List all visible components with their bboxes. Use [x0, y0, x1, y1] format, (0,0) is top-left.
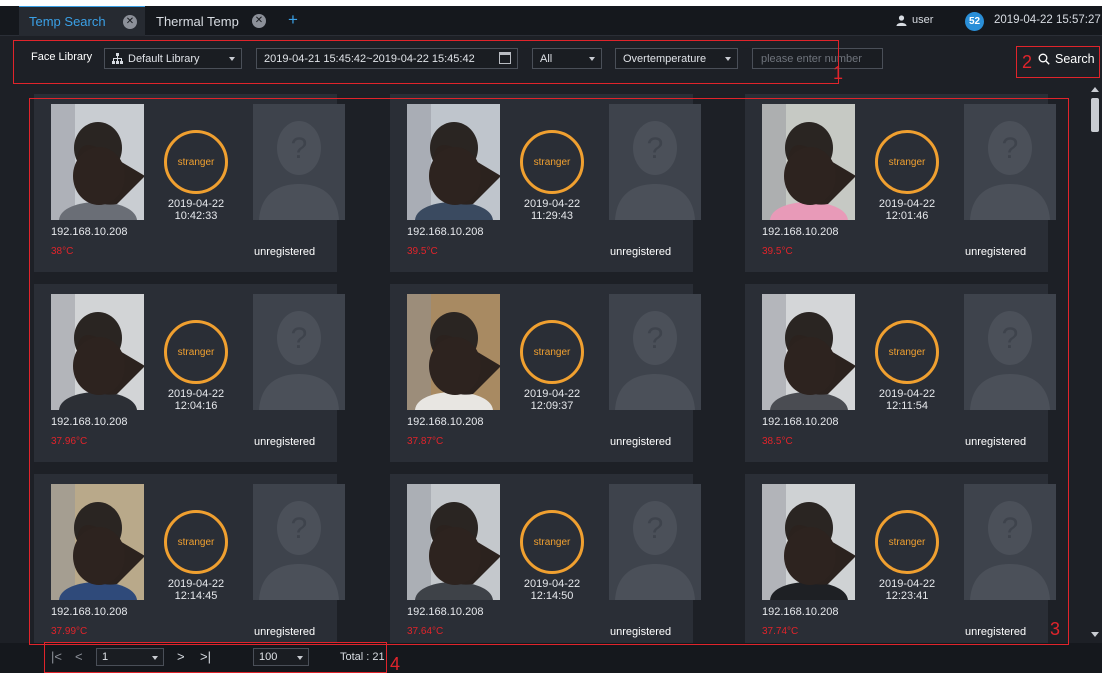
tab-label: Temp Search: [29, 14, 106, 29]
system-clock: 2019-04-22 15:57:27: [994, 14, 1101, 26]
user-icon: [896, 14, 907, 26]
tab-label: Thermal Temp: [156, 13, 239, 29]
scroll-down-icon[interactable]: [1091, 632, 1099, 637]
notification-badge[interactable]: 52: [965, 12, 984, 31]
scroll-thumb[interactable]: [1091, 98, 1099, 132]
tab-temp-search[interactable]: Temp Search ✕: [19, 6, 145, 36]
callout-number: 2: [1022, 52, 1033, 72]
user-name: user: [912, 14, 934, 26]
vertical-scrollbar[interactable]: [1088, 84, 1102, 642]
scroll-up-icon[interactable]: [1091, 87, 1099, 92]
callout-box-filters: [13, 40, 839, 84]
callout-number: 1: [833, 63, 844, 83]
callout-number: 4: [390, 654, 401, 674]
add-tab-button[interactable]: +: [288, 10, 298, 30]
callout-box-results: [29, 98, 1069, 645]
callout-number: 3: [1050, 619, 1061, 639]
app-window: Temp Search ✕ Thermal Temp ✕ + user 52 2…: [0, 6, 1102, 673]
close-icon[interactable]: ✕: [252, 14, 266, 28]
close-icon[interactable]: ✕: [123, 15, 137, 29]
top-bar: Temp Search ✕ Thermal Temp ✕ + user 52 2…: [0, 6, 1102, 36]
callout-box-pagination: [44, 642, 387, 673]
tab-thermal-temp[interactable]: Thermal Temp ✕: [148, 6, 274, 36]
user-menu[interactable]: user: [896, 14, 933, 26]
